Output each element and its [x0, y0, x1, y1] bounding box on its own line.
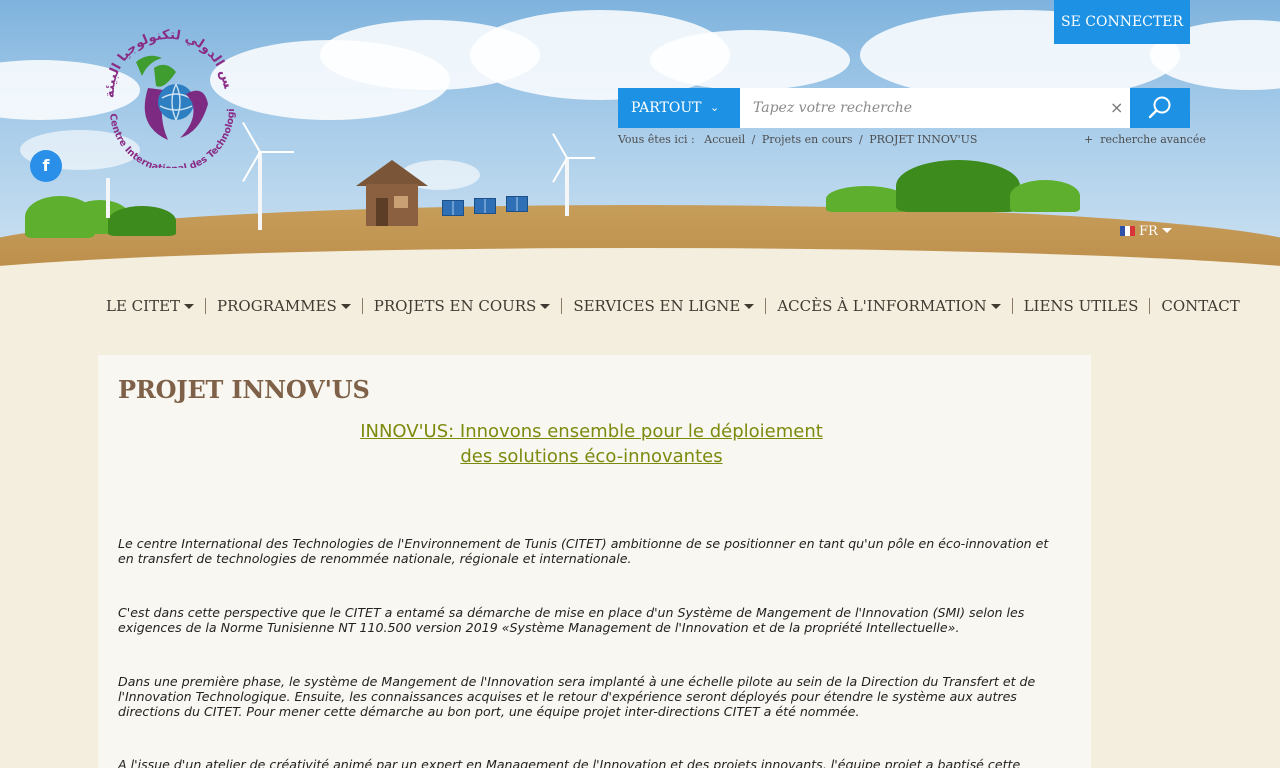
caret-down-icon: [990, 304, 1001, 309]
advanced-search-label: recherche avancée: [1100, 133, 1206, 146]
paragraph: Le centre International des Technologies…: [118, 536, 1049, 566]
nav-item-label: PROGRAMMES: [217, 297, 337, 315]
nav-item-acces-information[interactable]: ACCÈS À L'INFORMATION: [765, 298, 1011, 314]
nav-item-label: PROJETS EN COURS: [373, 297, 537, 315]
nav-item-projets-en-cours[interactable]: PROJETS EN COURS: [361, 297, 562, 315]
facebook-icon[interactable]: f: [30, 150, 62, 182]
main-navigation: LE CITET PROGRAMMES PROJETS EN COURS SER…: [106, 296, 1251, 316]
nav-item-label: CONTACT: [1161, 297, 1240, 315]
caret-down-icon: [340, 304, 351, 309]
page-title: PROJET INNOV'US: [118, 375, 370, 404]
paragraph: C'est dans cette perspective que le CITE…: [118, 605, 1025, 635]
nav-item-label: LE CITET: [106, 297, 181, 315]
plus-icon: +: [1084, 133, 1101, 146]
solar-panel: [442, 200, 464, 216]
subtitle-line: INNOV'US: Innovons ensemble pour le dépl…: [360, 421, 823, 442]
nav-item-le-citet[interactable]: LE CITET: [106, 298, 205, 314]
nav-item-liens-utiles[interactable]: LIENS UTILES: [1011, 297, 1150, 315]
nav-item-contact[interactable]: CONTACT: [1149, 298, 1250, 314]
search-button[interactable]: [1130, 88, 1190, 128]
subtitle-line: des solutions éco-innovantes: [460, 446, 723, 467]
solar-panel: [474, 198, 496, 214]
search-scope-label: PARTOUT: [631, 100, 702, 116]
wind-turbine: [106, 178, 110, 218]
breadcrumb-item-current: PROJET INNOV'US: [869, 133, 978, 146]
breadcrumb-separator: /: [751, 133, 756, 146]
page-subtitle: INNOV'US: Innovons ensemble pour le dépl…: [118, 419, 1065, 469]
bush: [896, 160, 1020, 212]
french-flag-icon: [1120, 226, 1135, 236]
breadcrumb-separator: /: [859, 133, 863, 146]
turbine-blade: [242, 122, 261, 153]
house-illustration: [356, 160, 428, 226]
turbine-blade: [567, 157, 595, 159]
language-selector[interactable]: FR: [1120, 224, 1172, 239]
bush: [108, 206, 176, 236]
chevron-down-icon: ⌄: [710, 101, 720, 114]
nav-item-services-en-ligne[interactable]: SERVICES EN LIGNE: [561, 298, 765, 314]
wind-turbine: [258, 152, 262, 230]
nav-item-programmes[interactable]: PROGRAMMES: [205, 298, 362, 314]
caret-down-icon: [744, 304, 755, 309]
bush: [1010, 180, 1080, 212]
caret-down-icon: [1161, 228, 1172, 233]
solar-panel: [506, 196, 528, 212]
paragraph: A l'issue d'un atelier de créativité ani…: [118, 757, 1021, 768]
login-button[interactable]: SE CONNECTER: [1054, 0, 1190, 44]
paragraph: Dans une première phase, le système de M…: [118, 674, 1036, 719]
cloud: [650, 30, 850, 90]
search-scope-select[interactable]: PARTOUT ⌄: [618, 88, 740, 128]
search-icon: [1148, 96, 1171, 119]
bush: [826, 186, 906, 212]
turbine-blade: [552, 133, 568, 159]
breadcrumb: Vous êtes ici : Accueil / Projets en cou…: [618, 133, 980, 146]
nav-item-label: SERVICES EN LIGNE: [573, 297, 741, 315]
caret-down-icon: [184, 304, 195, 309]
advanced-search-link[interactable]: + recherche avancée: [1084, 133, 1206, 146]
nav-item-label: LIENS UTILES: [1023, 297, 1139, 315]
breadcrumb-item-projects[interactable]: Projets en cours: [762, 133, 853, 146]
clear-search-icon[interactable]: ×: [1110, 96, 1124, 120]
language-label: FR: [1139, 224, 1158, 239]
caret-down-icon: [540, 304, 551, 309]
citet-logo[interactable]: مركز تونس الدولي لتكنولوجيا البيئة Centr…: [91, 17, 242, 175]
wind-turbine: [565, 158, 569, 216]
turbine-blade: [260, 151, 294, 153]
breadcrumb-prefix: Vous êtes ici :: [618, 133, 695, 146]
nav-item-label: ACCÈS À L'INFORMATION: [777, 297, 987, 315]
main-content: PROJET INNOV'US INNOV'US: Innovons ensem…: [98, 355, 1091, 768]
search-input[interactable]: [740, 88, 1130, 128]
breadcrumb-item-home[interactable]: Accueil: [704, 133, 745, 146]
